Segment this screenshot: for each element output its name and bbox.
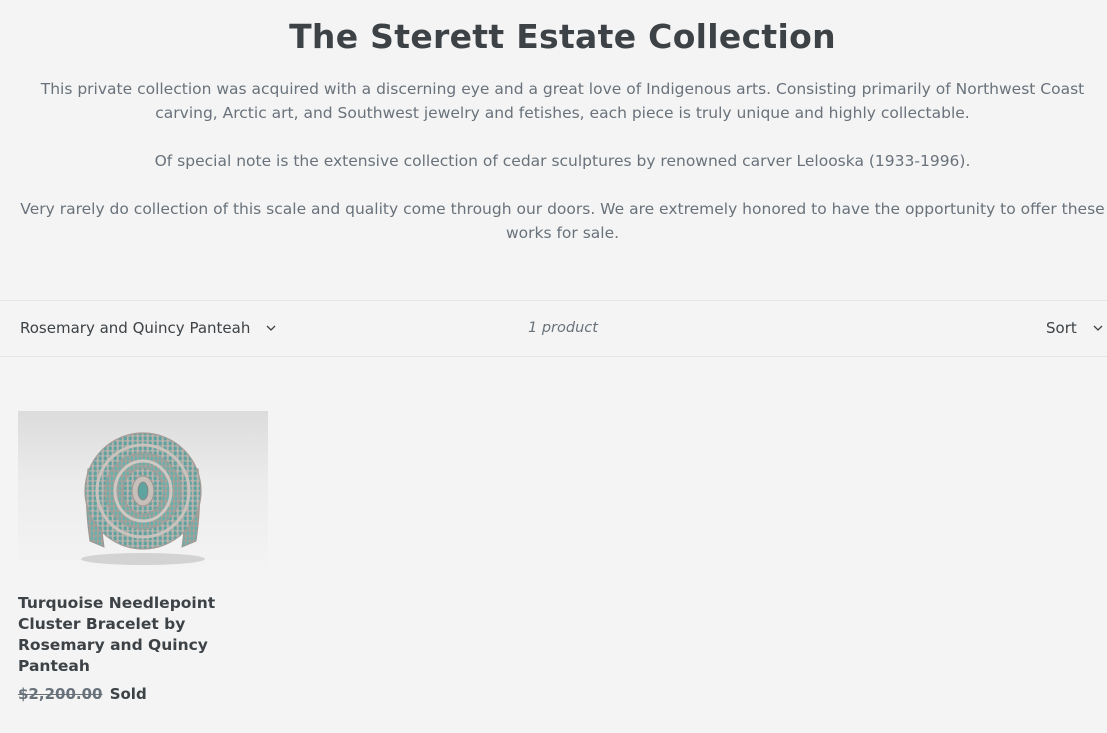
collection-title: The Sterett Estate Collection — [289, 17, 836, 56]
description-paragraph: Very rarely do collection of this scale … — [20, 200, 1105, 242]
description-paragraph: This private collection was acquired wit… — [40, 80, 1085, 122]
product-title[interactable]: Turquoise Needlepoint Cluster Bracelet b… — [18, 593, 268, 677]
product-price-row: $2,200.00 Sold — [18, 685, 268, 703]
filter-bar: Rosemary and Quincy Panteah 1 product So… — [0, 300, 1107, 357]
sort-dropdown-label: Sort — [1046, 319, 1077, 337]
product-count: 1 product — [528, 320, 598, 336]
filter-dropdown[interactable]: Rosemary and Quincy Panteah — [20, 319, 278, 337]
sold-badge: Sold — [109, 685, 147, 703]
chevron-down-icon — [266, 325, 276, 331]
collection-page: The Sterett Estate Collection This priva… — [0, 0, 1107, 733]
description-paragraph: Of special note is the extensive collect… — [154, 152, 971, 170]
chevron-down-icon — [1093, 325, 1103, 331]
sort-dropdown[interactable]: Sort — [1046, 319, 1105, 337]
product-price: $2,200.00 — [18, 685, 103, 703]
bracelet-image — [81, 432, 205, 565]
product-image[interactable] — [18, 411, 268, 574]
product-card[interactable]: Turquoise Needlepoint Cluster Bracelet b… — [18, 411, 268, 703]
filter-dropdown-value: Rosemary and Quincy Panteah — [20, 319, 251, 337]
collection-description: This private collection was acquired wit… — [20, 77, 1105, 269]
